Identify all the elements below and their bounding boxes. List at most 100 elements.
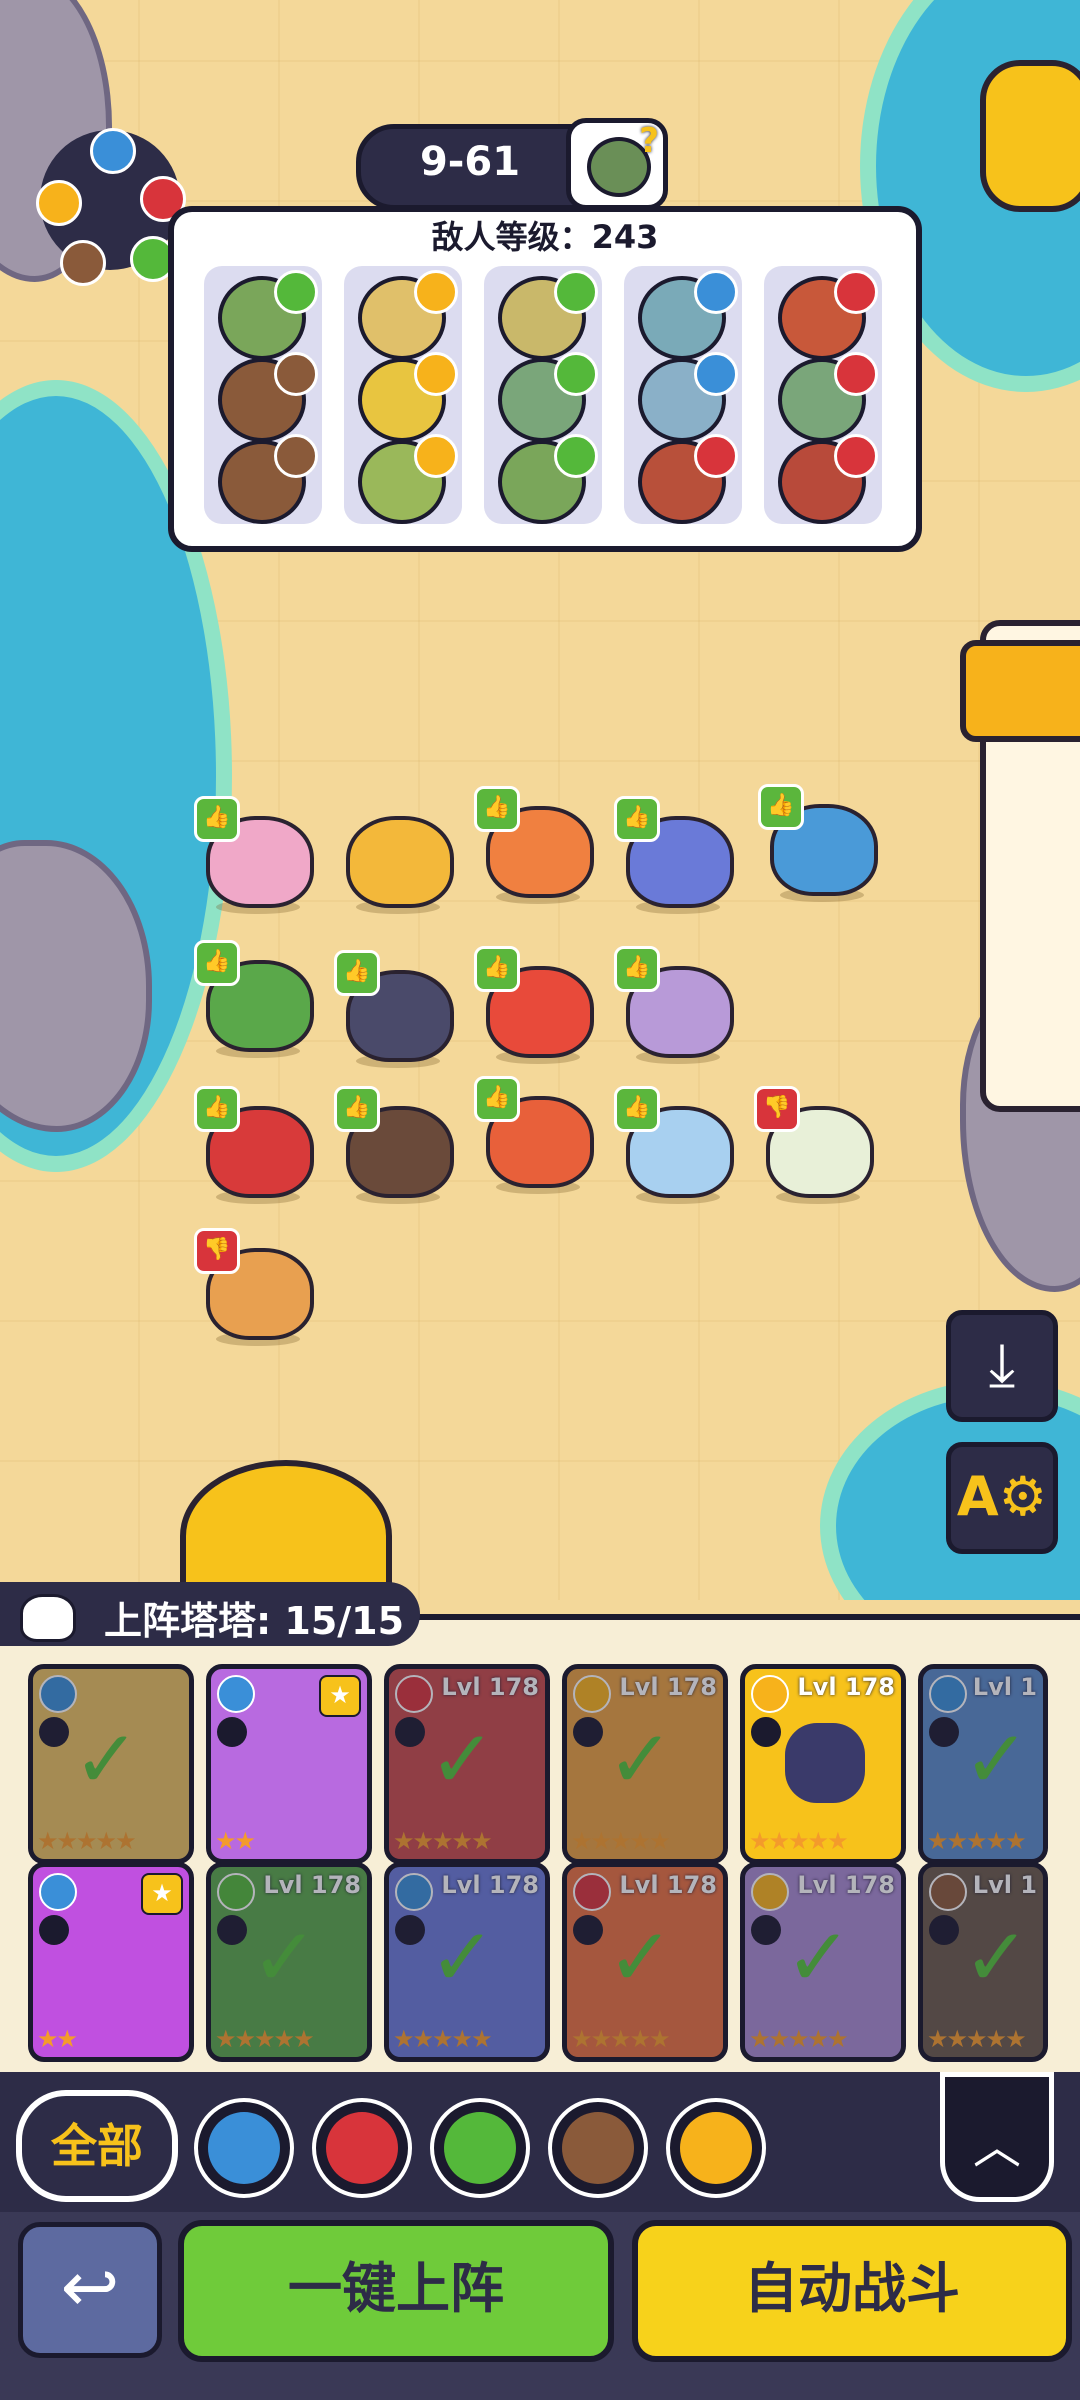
hero-unit[interactable]: 👍 xyxy=(194,940,316,1058)
check-icon: ✓ xyxy=(429,1911,497,2004)
water-icon xyxy=(90,128,136,174)
filter-all-button[interactable]: 全部 xyxy=(16,2090,178,2202)
water-icon xyxy=(208,2112,280,2184)
hero-unit[interactable] xyxy=(336,796,456,914)
class-icon xyxy=(929,1915,959,1945)
class-icon xyxy=(573,1915,603,1945)
earth-icon xyxy=(60,240,106,286)
enemy-column xyxy=(204,266,322,524)
hero-unit[interactable]: 👍 xyxy=(474,946,596,1064)
hero-unit[interactable]: 👍 xyxy=(334,1086,456,1204)
one-click-deploy-button[interactable]: 一键上阵 xyxy=(178,2220,614,2362)
stage-label: 9-61 xyxy=(419,139,521,185)
download-button[interactable]: ⤓ xyxy=(946,1310,1058,1422)
hero-card[interactable]: ★ ★★ xyxy=(28,1862,194,2062)
thumbs-up-icon: 👍 xyxy=(334,950,380,996)
filter-earth-button[interactable] xyxy=(548,2098,648,2198)
filter-fire-button[interactable] xyxy=(312,2098,412,2198)
grass-icon xyxy=(217,1873,255,1911)
grass-icon xyxy=(274,270,318,314)
star-rating: ★★★★★ xyxy=(927,2025,1027,2053)
chevron-up-icon: ︿ xyxy=(972,2119,1021,2175)
grass-icon xyxy=(554,352,598,396)
enemy-column xyxy=(764,266,882,524)
hero-unit[interactable]: 👍 xyxy=(758,784,880,902)
class-icon xyxy=(39,1915,69,1945)
star-badge-icon: ★ xyxy=(141,1873,183,1915)
card-level: Lvl 1 xyxy=(972,1871,1037,1899)
auto-settings-button[interactable]: A⚙ xyxy=(946,1442,1058,1554)
hero-unit[interactable]: 👎 xyxy=(194,1228,316,1346)
card-level: Lvl 178 xyxy=(441,1673,539,1701)
check-icon: ✓ xyxy=(73,1713,141,1806)
hero-unit[interactable]: 👍 xyxy=(334,950,456,1068)
filter-thunder-button[interactable] xyxy=(666,2098,766,2198)
auto-battle-button[interactable]: 自动战斗 xyxy=(632,2220,1072,2362)
star-rating: ★★★★★ xyxy=(215,2025,315,2053)
filter-water-button[interactable] xyxy=(194,2098,294,2198)
star-rating: ★★★★★ xyxy=(37,1827,137,1855)
star-rating: ★★ xyxy=(215,1827,256,1855)
thumbs-up-icon: 👍 xyxy=(474,946,520,992)
class-icon xyxy=(395,1915,425,1945)
check-icon: ✓ xyxy=(607,1713,675,1806)
hero-unit[interactable]: 👍 xyxy=(194,1086,316,1204)
hero-unit[interactable]: 👎 xyxy=(754,1086,876,1204)
dragon-portrait xyxy=(785,1723,865,1803)
hero-unit[interactable]: 👍 xyxy=(614,946,736,1064)
card-level: Lvl 1 xyxy=(972,1673,1037,1701)
class-icon xyxy=(573,1717,603,1747)
check-icon: ✓ xyxy=(429,1713,497,1806)
check-icon: ✓ xyxy=(963,1911,1031,2004)
enemy-column xyxy=(344,266,462,524)
thunder-icon xyxy=(680,2112,752,2184)
check-icon: ✓ xyxy=(963,1713,1031,1806)
hero-card[interactable]: Lvl 178 ✓ ★★★★★ xyxy=(562,1862,728,2062)
hero-card[interactable]: Lvl 178 ✓ ★★★★★ xyxy=(384,1664,550,1864)
collapse-button[interactable]: ︿ xyxy=(940,2072,1054,2202)
hero-unit[interactable]: 👍 xyxy=(614,1086,736,1204)
water-icon xyxy=(39,1675,77,1713)
class-icon xyxy=(395,1717,425,1747)
filter-grass-button[interactable] xyxy=(430,2098,530,2198)
hero-unit[interactable]: 👍 xyxy=(614,796,736,914)
hero-unit[interactable]: 👍 xyxy=(474,786,596,904)
thumbs-down-icon: 👎 xyxy=(754,1086,800,1132)
thumbs-up-icon: 👍 xyxy=(474,1076,520,1122)
hero-card[interactable]: Lvl 178 ✓ ★★★★★ xyxy=(206,1862,372,2062)
hero-unit[interactable]: 👍 xyxy=(194,796,316,914)
lighthouse-top xyxy=(960,640,1080,742)
star-rating: ★★★★★ xyxy=(571,1827,671,1855)
hero-card[interactable]: Lvl 178 ✓ ★★★★★ xyxy=(384,1862,550,2062)
hero-card[interactable]: ★ ★★ xyxy=(206,1664,372,1864)
hero-unit[interactable]: 👍 xyxy=(474,1076,596,1194)
class-icon xyxy=(751,1915,781,1945)
grass-icon xyxy=(554,434,598,478)
back-button[interactable]: ↩ xyxy=(18,2222,162,2358)
class-icon xyxy=(217,1717,247,1747)
water-icon xyxy=(395,1873,433,1911)
hero-card[interactable]: Lvl 178 ✓ ★★★★★ xyxy=(740,1862,906,2062)
star-rating: ★★★★★ xyxy=(393,2025,493,2053)
fire-icon xyxy=(395,1675,433,1713)
hero-card[interactable]: Lvl 1 ✓ ★★★★★ xyxy=(918,1664,1048,1864)
hero-card[interactable]: Lvl 178 ★★★★★ xyxy=(740,1664,906,1864)
boss-info-button[interactable]: ? xyxy=(566,118,668,210)
hero-card[interactable]: Lvl 1 ✓ ★★★★★ xyxy=(918,1862,1048,2062)
star-rating: ★★★★★ xyxy=(927,1827,1027,1855)
hero-card[interactable]: ✓ ★★★★★ xyxy=(28,1664,194,1864)
duck-float xyxy=(980,60,1080,212)
fire-icon xyxy=(694,434,738,478)
card-level: Lvl 178 xyxy=(619,1673,717,1701)
class-icon xyxy=(929,1717,959,1747)
card-level: Lvl 178 xyxy=(441,1871,539,1899)
earth-icon xyxy=(562,2112,634,2184)
enemy-column xyxy=(484,266,602,524)
class-icon xyxy=(39,1717,69,1747)
fire-icon xyxy=(834,270,878,314)
return-arrow-icon: ↩ xyxy=(60,2246,120,2328)
fire-icon xyxy=(834,434,878,478)
earth-icon xyxy=(274,352,318,396)
hero-card[interactable]: Lvl 178 ✓ ★★★★★ xyxy=(562,1664,728,1864)
star-rating: ★★★★★ xyxy=(393,1827,493,1855)
